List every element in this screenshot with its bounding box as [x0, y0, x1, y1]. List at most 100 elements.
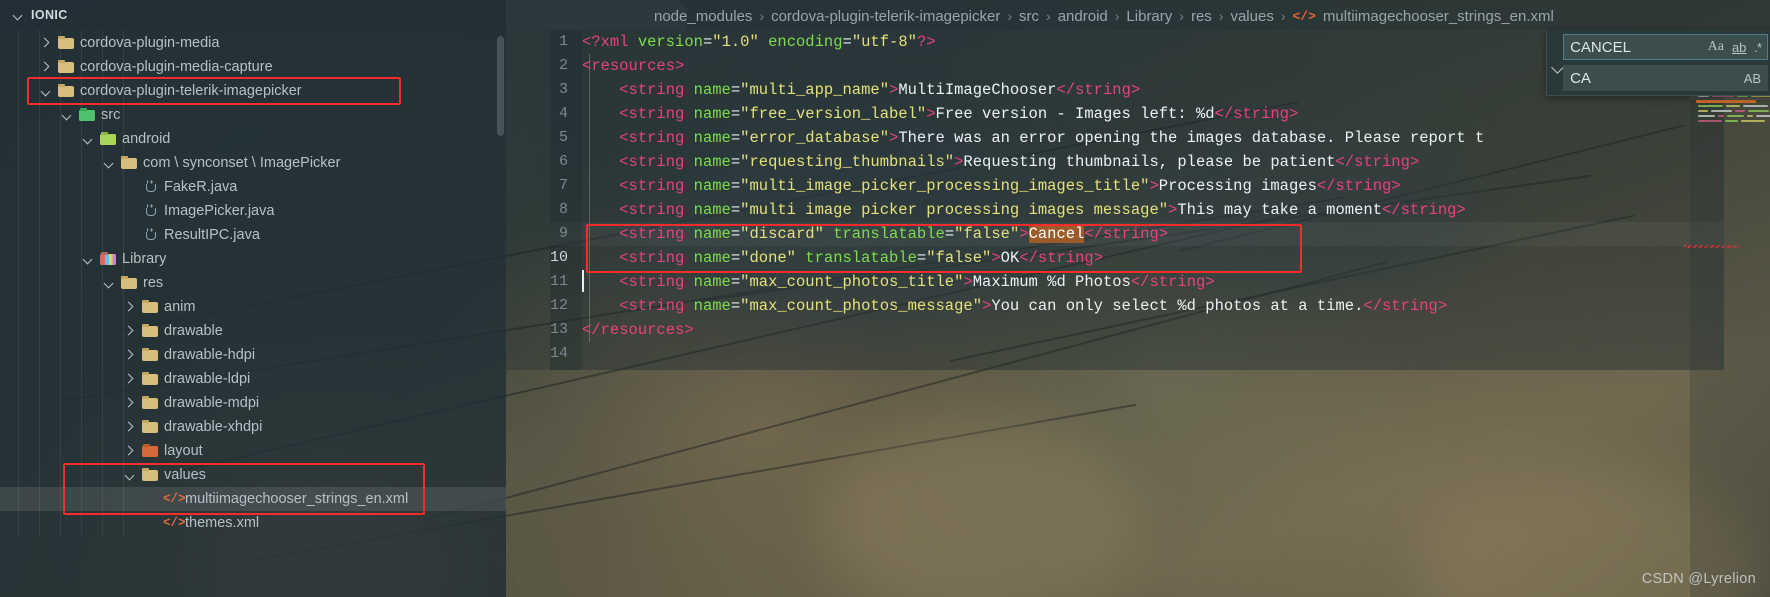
line-number: 10: [549, 249, 568, 266]
code-token: >: [889, 129, 899, 147]
tree-item-anim[interactable]: anim: [0, 295, 506, 319]
code-token: "multi_app_name": [740, 81, 889, 99]
chevron-right-icon[interactable]: [40, 37, 53, 50]
tree-item-multiimagechooser-strings-en-xml[interactable]: </> multiimagechooser_strings_en.xml: [0, 487, 506, 511]
breadcrumb-item[interactable]: android: [1058, 8, 1108, 25]
code-token: "1.0": [712, 33, 759, 51]
breadcrumb-item[interactable]: values: [1230, 8, 1273, 25]
code-token: >: [1158, 225, 1169, 243]
tree-item-resultipc-java[interactable]: ResultIPC.java: [0, 223, 506, 247]
tree-twisty-placeholder: [124, 205, 137, 218]
breadcrumb-item[interactable]: cordova-plugin-telerik-imagepicker: [771, 8, 1000, 25]
code-line[interactable]: [582, 342, 1770, 366]
tree-item-drawable[interactable]: drawable: [0, 319, 506, 343]
tree-item-com-synconset-imagepicker[interactable]: com \ synconset \ ImagePicker: [0, 151, 506, 175]
line-number-gutter: 1 2 3 4 5 6 7 8 9 10 11 12 13 14: [506, 30, 582, 370]
code-line[interactable]: <string name="multi image picker process…: [582, 198, 1770, 222]
toggle-replace-button[interactable]: [1550, 34, 1564, 89]
tree-item-imagepicker-java[interactable]: ImagePicker.java: [0, 199, 506, 223]
code-line[interactable]: <string name="max_count_photos_title">Ma…: [582, 270, 1770, 294]
preserve-case-icon[interactable]: AB: [1744, 71, 1761, 86]
code-line[interactable]: <string name="max_count_photos_message">…: [582, 294, 1770, 318]
chevron-down-icon[interactable]: [40, 85, 53, 98]
tree-item-drawable-hdpi[interactable]: drawable-hdpi: [0, 343, 506, 367]
breadcrumb-item[interactable]: Library: [1126, 8, 1172, 25]
chevron-right-icon[interactable]: [40, 61, 53, 74]
chevron-down-icon[interactable]: [82, 133, 95, 146]
tree-item-drawable-mdpi[interactable]: drawable-mdpi: [0, 391, 506, 415]
code-line[interactable]: <string name="multi_image_picker_process…: [582, 174, 1770, 198]
chevron-right-icon[interactable]: [124, 445, 137, 458]
chevron-right-icon[interactable]: [124, 397, 137, 410]
find-input[interactable]: CANCEL Aa ab .*: [1563, 34, 1769, 60]
chevron-down-icon[interactable]: [103, 157, 116, 170]
breadcrumb-item[interactable]: src: [1019, 8, 1039, 25]
minimap-code-line: [1741, 120, 1765, 122]
tree-item-res[interactable]: res: [0, 271, 506, 295]
code-surface: 1 2 3 4 5 6 7 8 9 10 11 12 13 14 <?xml version="1.0" …: [506, 30, 1770, 597]
chevron-right-icon[interactable]: [124, 373, 137, 386]
code-token: <: [582, 105, 629, 123]
code-token: string: [1149, 273, 1206, 291]
code-token: version: [637, 33, 703, 51]
chevron-down-icon[interactable]: [103, 277, 116, 290]
code-token: </: [1214, 105, 1234, 123]
code-line[interactable]: <string name="done" translatable="false"…: [582, 246, 1770, 270]
chevron-right-icon[interactable]: [124, 421, 137, 434]
code-line[interactable]: </resources>: [582, 318, 1770, 342]
line-number: 11: [549, 273, 568, 290]
sidebar-scrollbar[interactable]: [497, 36, 504, 136]
tree-item-label: drawable-mdpi: [164, 395, 260, 411]
chevron-down-icon[interactable]: [82, 253, 95, 266]
code-minimap[interactable]: [1690, 30, 1770, 597]
chevron-right-icon[interactable]: [124, 349, 137, 362]
tree-item-cordova-plugin-media-capture[interactable]: cordova-plugin-media-capture: [0, 55, 506, 79]
replace-input[interactable]: CA AB: [1563, 65, 1769, 91]
code-token: =: [730, 81, 741, 99]
breadcrumb-item[interactable]: res: [1191, 8, 1212, 25]
tree-item-layout[interactable]: layout: [0, 439, 506, 463]
tree-item-drawable-ldpi[interactable]: drawable-ldpi: [0, 367, 506, 391]
tree-twisty-placeholder: [124, 181, 137, 194]
chevron-down-icon[interactable]: [124, 469, 137, 482]
code-token: <: [582, 57, 592, 75]
tree-item-values[interactable]: values: [0, 463, 506, 487]
tree-item-drawable-xhdpi[interactable]: drawable-xhdpi: [0, 415, 506, 439]
code-token: =: [730, 105, 741, 123]
explorer-section-header[interactable]: IONIC: [0, 0, 506, 30]
code-line[interactable]: <string name="free_version_label">Free v…: [582, 102, 1770, 126]
chevron-right-icon[interactable]: [124, 301, 137, 314]
tree-item-cordova-plugin-media[interactable]: cordova-plugin-media: [0, 31, 506, 55]
breadcrumb-file[interactable]: multiimagechooser_strings_en.xml: [1323, 8, 1554, 25]
tree-item-label: com \ synconset \ ImagePicker: [143, 155, 341, 171]
tree-item-label: src: [101, 107, 121, 123]
code-token: "utf-8": [851, 33, 917, 51]
minimap-code-line: [1698, 115, 1715, 117]
tree-item-label: FakeR.java: [164, 179, 238, 195]
whole-word-icon[interactable]: ab: [1732, 40, 1746, 55]
chevron-down-icon[interactable]: [61, 109, 74, 122]
tree-item-cordova-plugin-telerik-imagepicker[interactable]: cordova-plugin-telerik-imagepicker: [0, 79, 506, 103]
tree-item-faker-java[interactable]: FakeR.java: [0, 175, 506, 199]
code-token: "false": [926, 249, 992, 267]
match-case-icon[interactable]: Aa: [1708, 39, 1724, 55]
breadcrumb-item[interactable]: node_modules: [654, 8, 752, 25]
tree-item-android[interactable]: android: [0, 127, 506, 151]
android-folder-icon: [100, 131, 117, 147]
code-token: =: [842, 33, 852, 51]
code-token: "requesting_thumbnails": [740, 153, 955, 171]
tree-item-themes-xml[interactable]: </> themes.xml: [0, 511, 506, 535]
tree-item-label: themes.xml: [185, 515, 260, 531]
code-token: =: [730, 201, 741, 219]
code-line[interactable]: <string name="discard" translatable="fal…: [582, 222, 1770, 246]
code-line[interactable]: <string name="error_database">There was …: [582, 126, 1770, 150]
tree-item-library[interactable]: Library: [0, 247, 506, 271]
tree-item-src[interactable]: src: [0, 103, 506, 127]
chevron-right-icon[interactable]: [124, 325, 137, 338]
code-token: =: [730, 249, 741, 267]
code-line[interactable]: <string name="requesting_thumbnails">Req…: [582, 150, 1770, 174]
use-regex-icon[interactable]: .*: [1754, 40, 1762, 55]
